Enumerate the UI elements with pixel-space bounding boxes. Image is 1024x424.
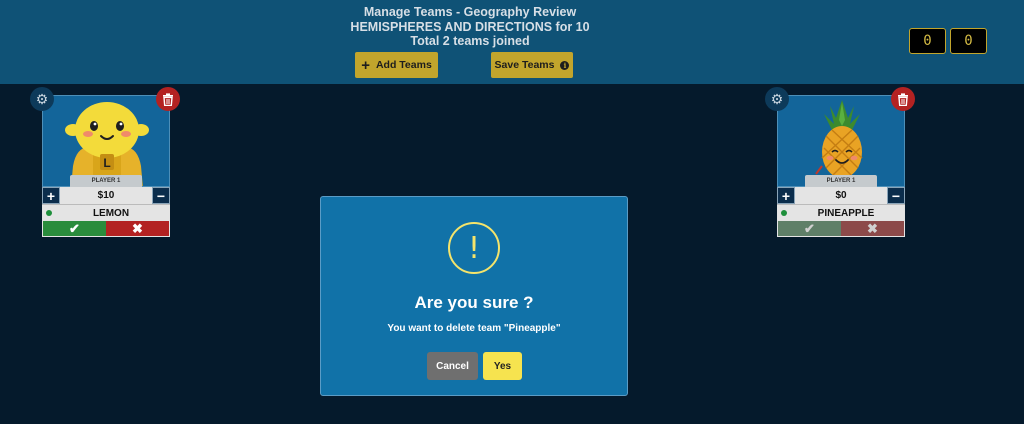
decrease-money-button[interactable]: − — [887, 187, 905, 204]
add-teams-button[interactable]: + Add Teams — [355, 52, 438, 78]
trash-icon — [898, 92, 908, 106]
team-settings-button[interactable]: ⚙ — [30, 87, 54, 111]
gear-icon: ⚙ — [35, 90, 49, 107]
increase-money-button[interactable]: + — [42, 187, 60, 204]
save-teams-label: Save Teams — [494, 59, 555, 71]
pineapple-character-icon — [815, 100, 863, 178]
mark-wrong-button[interactable]: ✖ — [841, 221, 904, 236]
score-display-1: 0 — [909, 28, 946, 54]
check-icon: ✔ — [69, 220, 80, 236]
delete-team-button[interactable] — [156, 87, 180, 111]
add-teams-label: Add Teams — [375, 59, 432, 71]
player-label: PLAYER 1 — [805, 175, 877, 187]
team-card-pineapple: ⚙ PLAYER 1 + $0 − PINEAPPLE ✔ ✖ — [765, 87, 915, 238]
header-title: Manage Teams - Geography Review — [363, 5, 577, 19]
decrease-money-button[interactable]: − — [152, 187, 170, 204]
team-name: PINEAPPLE — [817, 207, 875, 219]
team-name-row: PINEAPPLE — [777, 204, 905, 220]
trash-icon — [163, 92, 173, 106]
lemon-character-icon — [65, 102, 149, 186]
confirm-yes-button[interactable]: Yes — [483, 352, 522, 380]
gear-icon: ⚙ — [770, 90, 784, 107]
check-icon: ✔ — [804, 220, 815, 236]
info-icon: i — [560, 60, 570, 70]
team-settings-button[interactable]: ⚙ — [765, 87, 789, 111]
mark-wrong-button[interactable]: ✖ — [106, 221, 169, 236]
team-name-row: LEMON — [42, 204, 170, 220]
team-card-lemon: L ⚙ PLAYER 1 + $10 − LEMON ✔ ✖ — [30, 87, 180, 238]
header-subtitle: HEMISPHERES AND DIRECTIONS for 10 — [350, 19, 590, 34]
increase-money-button[interactable]: + — [777, 187, 795, 204]
team-money: $0 — [835, 190, 847, 201]
top-header: Manage Teams - Geography Review HEMISPHE… — [0, 0, 1024, 84]
money-row: + $10 − — [42, 187, 170, 204]
plus-icon: + — [361, 56, 370, 74]
dialog-title: Are you sure ? — [414, 293, 534, 312]
team-avatar-area — [777, 95, 905, 187]
cancel-button[interactable]: Cancel — [427, 352, 478, 380]
team-avatar-area: L — [42, 95, 170, 187]
team-badge-letter: L — [103, 156, 111, 170]
answer-judge-row: ✔ ✖ — [42, 220, 170, 237]
score-display-2: 0 — [950, 28, 987, 54]
exclamation-icon: ! — [448, 222, 500, 274]
header-title-block: Manage Teams - Geography Review HEMISPHE… — [0, 5, 940, 49]
player-label: PLAYER 1 — [70, 175, 142, 187]
x-icon: ✖ — [132, 220, 143, 236]
money-row: + $0 − — [777, 187, 905, 204]
save-teams-button[interactable]: Save Teams i — [491, 52, 573, 78]
dialog-message: You want to delete team "Pineapple" — [387, 323, 561, 334]
answer-judge-row: ✔ ✖ — [777, 220, 905, 237]
team-name: LEMON — [92, 207, 130, 219]
teams-joined-count: Total 2 teams joined — [410, 34, 530, 48]
team-money: $10 — [97, 190, 115, 201]
delete-confirmation-dialog: ! Are you sure ? You want to delete team… — [320, 196, 628, 396]
delete-team-button[interactable] — [891, 87, 915, 111]
x-icon: ✖ — [867, 220, 878, 236]
mark-correct-button[interactable]: ✔ — [778, 221, 841, 236]
mark-correct-button[interactable]: ✔ — [43, 221, 106, 236]
